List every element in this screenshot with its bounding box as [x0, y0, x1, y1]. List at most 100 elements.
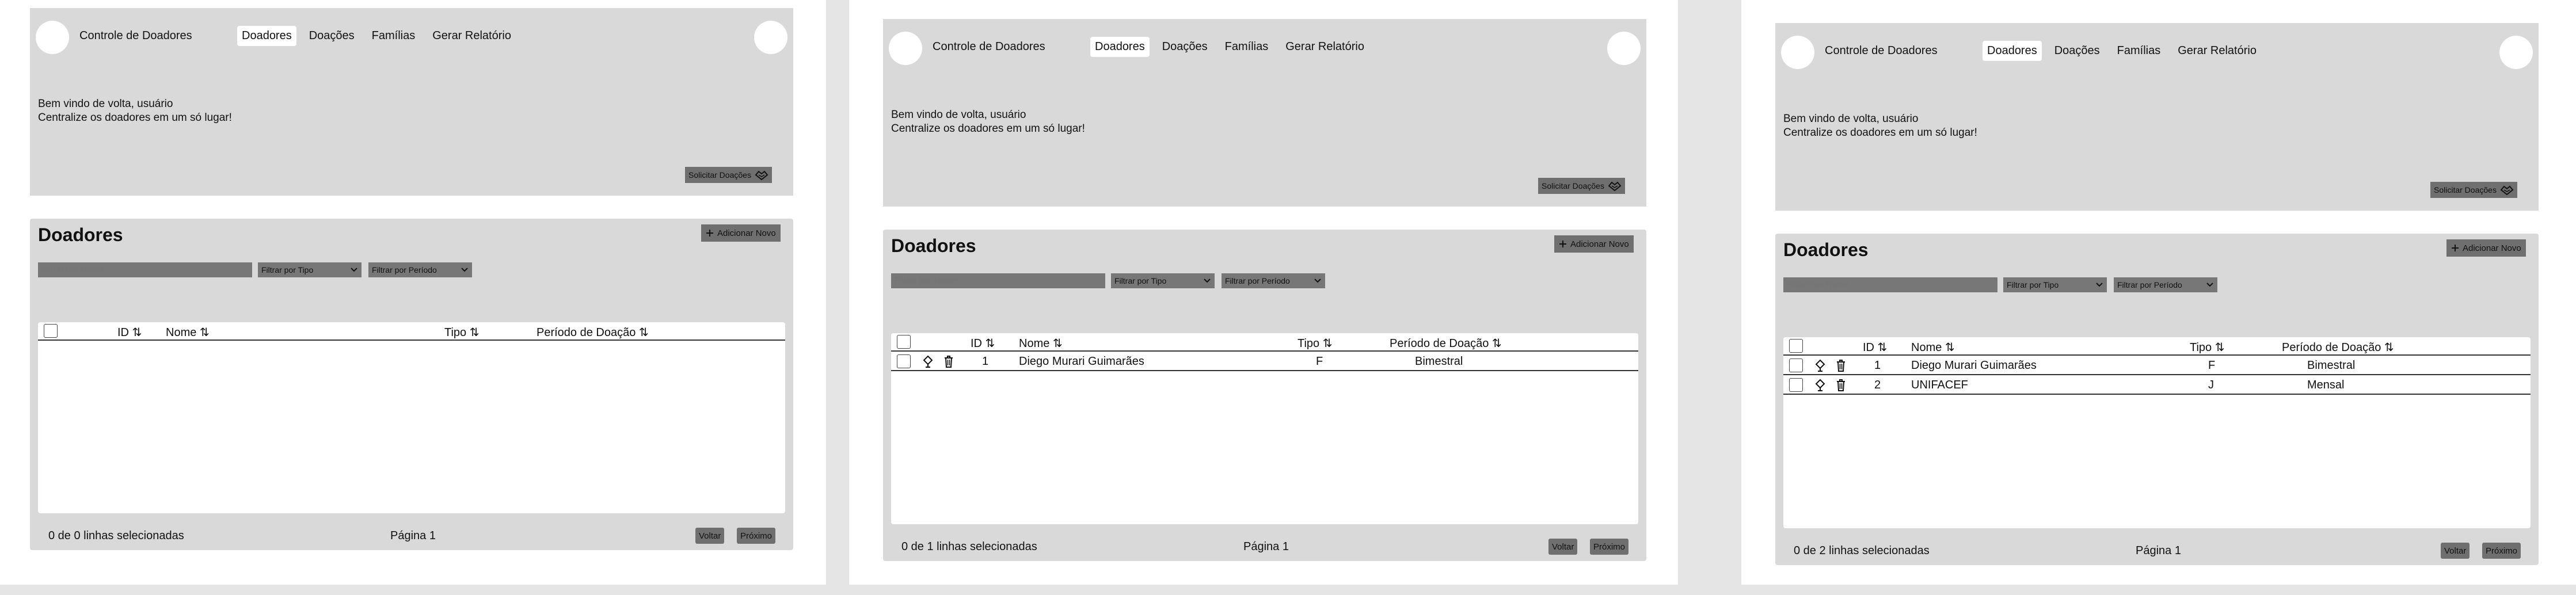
app-logo[interactable]: [1781, 36, 1814, 69]
trash-icon[interactable]: [943, 355, 954, 368]
next-page-button[interactable]: Próximo: [1590, 539, 1629, 555]
plus-icon: [706, 230, 713, 237]
filter-type-label: Filtrar por Tipo: [261, 265, 314, 274]
column-header-name[interactable]: Nome ⇅: [1911, 340, 1955, 354]
next-page-button[interactable]: Próximo: [2482, 543, 2521, 559]
prev-page-button[interactable]: Voltar: [695, 528, 725, 544]
table-row: 2 UNIFACEF J Mensal: [1783, 375, 2531, 395]
panel-title: Doadores: [38, 224, 123, 245]
app-logo[interactable]: [36, 21, 69, 54]
nav-link-gerar-relatorio[interactable]: Gerar Relatório: [2173, 41, 2261, 61]
filter-type-select[interactable]: Filtrar por Tipo: [2003, 277, 2107, 292]
filter-period-select[interactable]: Filtrar por Período: [1222, 273, 1325, 288]
nav-link-gerar-relatorio[interactable]: Gerar Relatório: [428, 26, 516, 46]
filter-period-label: Filtrar por Período: [2117, 280, 2182, 289]
filter-type-select[interactable]: Filtrar por Tipo: [258, 262, 362, 277]
chevron-down-icon: [2096, 283, 2103, 287]
prev-page-button[interactable]: Voltar: [2441, 543, 2470, 559]
hands-icon: [1608, 181, 1622, 192]
chevron-down-icon: [1314, 279, 1321, 283]
selected-rows-count: 0 de 0 linhas selecionadas: [48, 529, 184, 542]
chevron-down-icon: [351, 268, 357, 272]
nav-link-familias[interactable]: Famílias: [2113, 41, 2166, 61]
chevron-down-icon: [2206, 283, 2213, 287]
user-avatar[interactable]: [2499, 36, 2533, 69]
edit-icon[interactable]: [1814, 359, 1826, 372]
select-all-checkbox[interactable]: [1789, 339, 1803, 353]
column-header-period[interactable]: Período de Doação ⇅: [1390, 336, 1502, 350]
row-id: 2: [1874, 379, 1881, 391]
column-header-period[interactable]: Período de Doação ⇅: [536, 325, 649, 340]
table-header: ID ⇅ Nome ⇅ Tipo ⇅ Período de Doação ⇅: [1783, 337, 2531, 356]
filter-name-input[interactable]: [38, 262, 252, 277]
user-avatar[interactable]: [1607, 32, 1641, 65]
column-header-name[interactable]: Nome ⇅: [166, 325, 210, 340]
tagline: Centralize os doadores em um só lugar!: [38, 112, 232, 124]
edit-icon[interactable]: [1814, 379, 1826, 391]
column-header-id[interactable]: ID ⇅: [1863, 340, 1887, 354]
nav-link-familias[interactable]: Famílias: [1220, 37, 1273, 57]
app-title: Controle de Doadores: [1825, 44, 1938, 57]
add-new-button[interactable]: Adicionar Novo: [701, 224, 781, 242]
trash-icon[interactable]: [1835, 379, 1847, 391]
column-header-id[interactable]: ID ⇅: [971, 336, 995, 350]
row-name: UNIFACEF: [1911, 379, 1968, 391]
add-new-button[interactable]: Adicionar Novo: [1554, 235, 1634, 253]
prev-page-button[interactable]: Voltar: [1548, 539, 1578, 555]
app-title: Controle de Doadores: [79, 29, 192, 42]
row-checkbox[interactable]: [1789, 358, 1803, 372]
hands-icon: [2500, 185, 2514, 196]
chevron-down-icon: [1204, 279, 1211, 283]
filter-type-label: Filtrar por Tipo: [1114, 276, 1167, 285]
hands-icon: [755, 170, 768, 181]
nav-link-doadores[interactable]: Doadores: [1090, 37, 1150, 57]
nav-link-gerar-relatorio[interactable]: Gerar Relatório: [1281, 37, 1369, 57]
select-all-checkbox[interactable]: [897, 335, 911, 349]
user-avatar[interactable]: [754, 21, 787, 54]
trash-icon[interactable]: [1835, 359, 1847, 372]
add-new-button[interactable]: Adicionar Novo: [2446, 239, 2526, 257]
filter-period-select[interactable]: Filtrar por Período: [2114, 277, 2217, 292]
column-header-period[interactable]: Período de Doação ⇅: [2282, 340, 2394, 354]
panel-title: Doadores: [891, 235, 976, 256]
row-checkbox[interactable]: [897, 354, 911, 368]
welcome-line: Bem vindo de volta, usuário: [1783, 113, 1919, 125]
request-donations-button[interactable]: Solicitar Doações: [1538, 178, 1625, 194]
request-donations-button[interactable]: Solicitar Doações: [2430, 182, 2517, 198]
row-checkbox[interactable]: [1789, 378, 1803, 392]
request-donations-button[interactable]: Solicitar Doações: [685, 167, 772, 183]
column-header-id[interactable]: ID ⇅: [117, 325, 142, 340]
chevron-down-icon: [461, 268, 468, 272]
nav-link-doacoes[interactable]: Doações: [1158, 37, 1212, 57]
row-type: F: [2208, 359, 2216, 372]
main-nav: Doadores Doações Famílias Gerar Relatório: [1090, 37, 1369, 57]
welcome-line: Bem vindo de volta, usuário: [891, 109, 1026, 121]
nav-link-doadores[interactable]: Doadores: [237, 26, 296, 46]
filter-type-select[interactable]: Filtrar por Tipo: [1111, 273, 1215, 288]
edit-icon[interactable]: [922, 355, 934, 368]
column-header-type[interactable]: Tipo ⇅: [444, 325, 479, 340]
nav-link-doacoes[interactable]: Doações: [305, 26, 359, 46]
column-header-type[interactable]: Tipo ⇅: [2190, 340, 2224, 354]
app-logo[interactable]: [889, 32, 922, 65]
row-period: Bimestral: [1415, 355, 1463, 368]
plus-icon: [1559, 241, 1566, 247]
table-header: ID ⇅ Nome ⇅ Tipo ⇅ Período de Doação ⇅: [891, 333, 1638, 352]
nav-link-doacoes[interactable]: Doações: [2050, 41, 2105, 61]
row-id: 1: [1874, 359, 1881, 372]
welcome-text: Bem vindo de volta, usuário Centralize os…: [1783, 112, 1977, 140]
nav-link-familias[interactable]: Famílias: [367, 26, 420, 46]
table-row: 1 Diego Murari Guimarães F Bimestral: [891, 352, 1638, 371]
panel-title: Doadores: [1783, 239, 1869, 260]
column-header-name[interactable]: Nome ⇅: [1019, 336, 1063, 350]
request-donations-label: Solicitar Doações: [2434, 185, 2497, 194]
page-indicator: Página 1: [1243, 540, 1289, 553]
filter-name-input[interactable]: [891, 273, 1105, 288]
nav-link-doadores[interactable]: Doadores: [1983, 41, 2042, 61]
select-all-checkbox[interactable]: [44, 324, 58, 338]
row-type: F: [1316, 355, 1323, 368]
column-header-type[interactable]: Tipo ⇅: [1297, 336, 1332, 350]
filter-period-select[interactable]: Filtrar por Período: [368, 262, 472, 277]
filter-name-input[interactable]: [1783, 277, 1997, 292]
next-page-button[interactable]: Próximo: [737, 528, 776, 544]
